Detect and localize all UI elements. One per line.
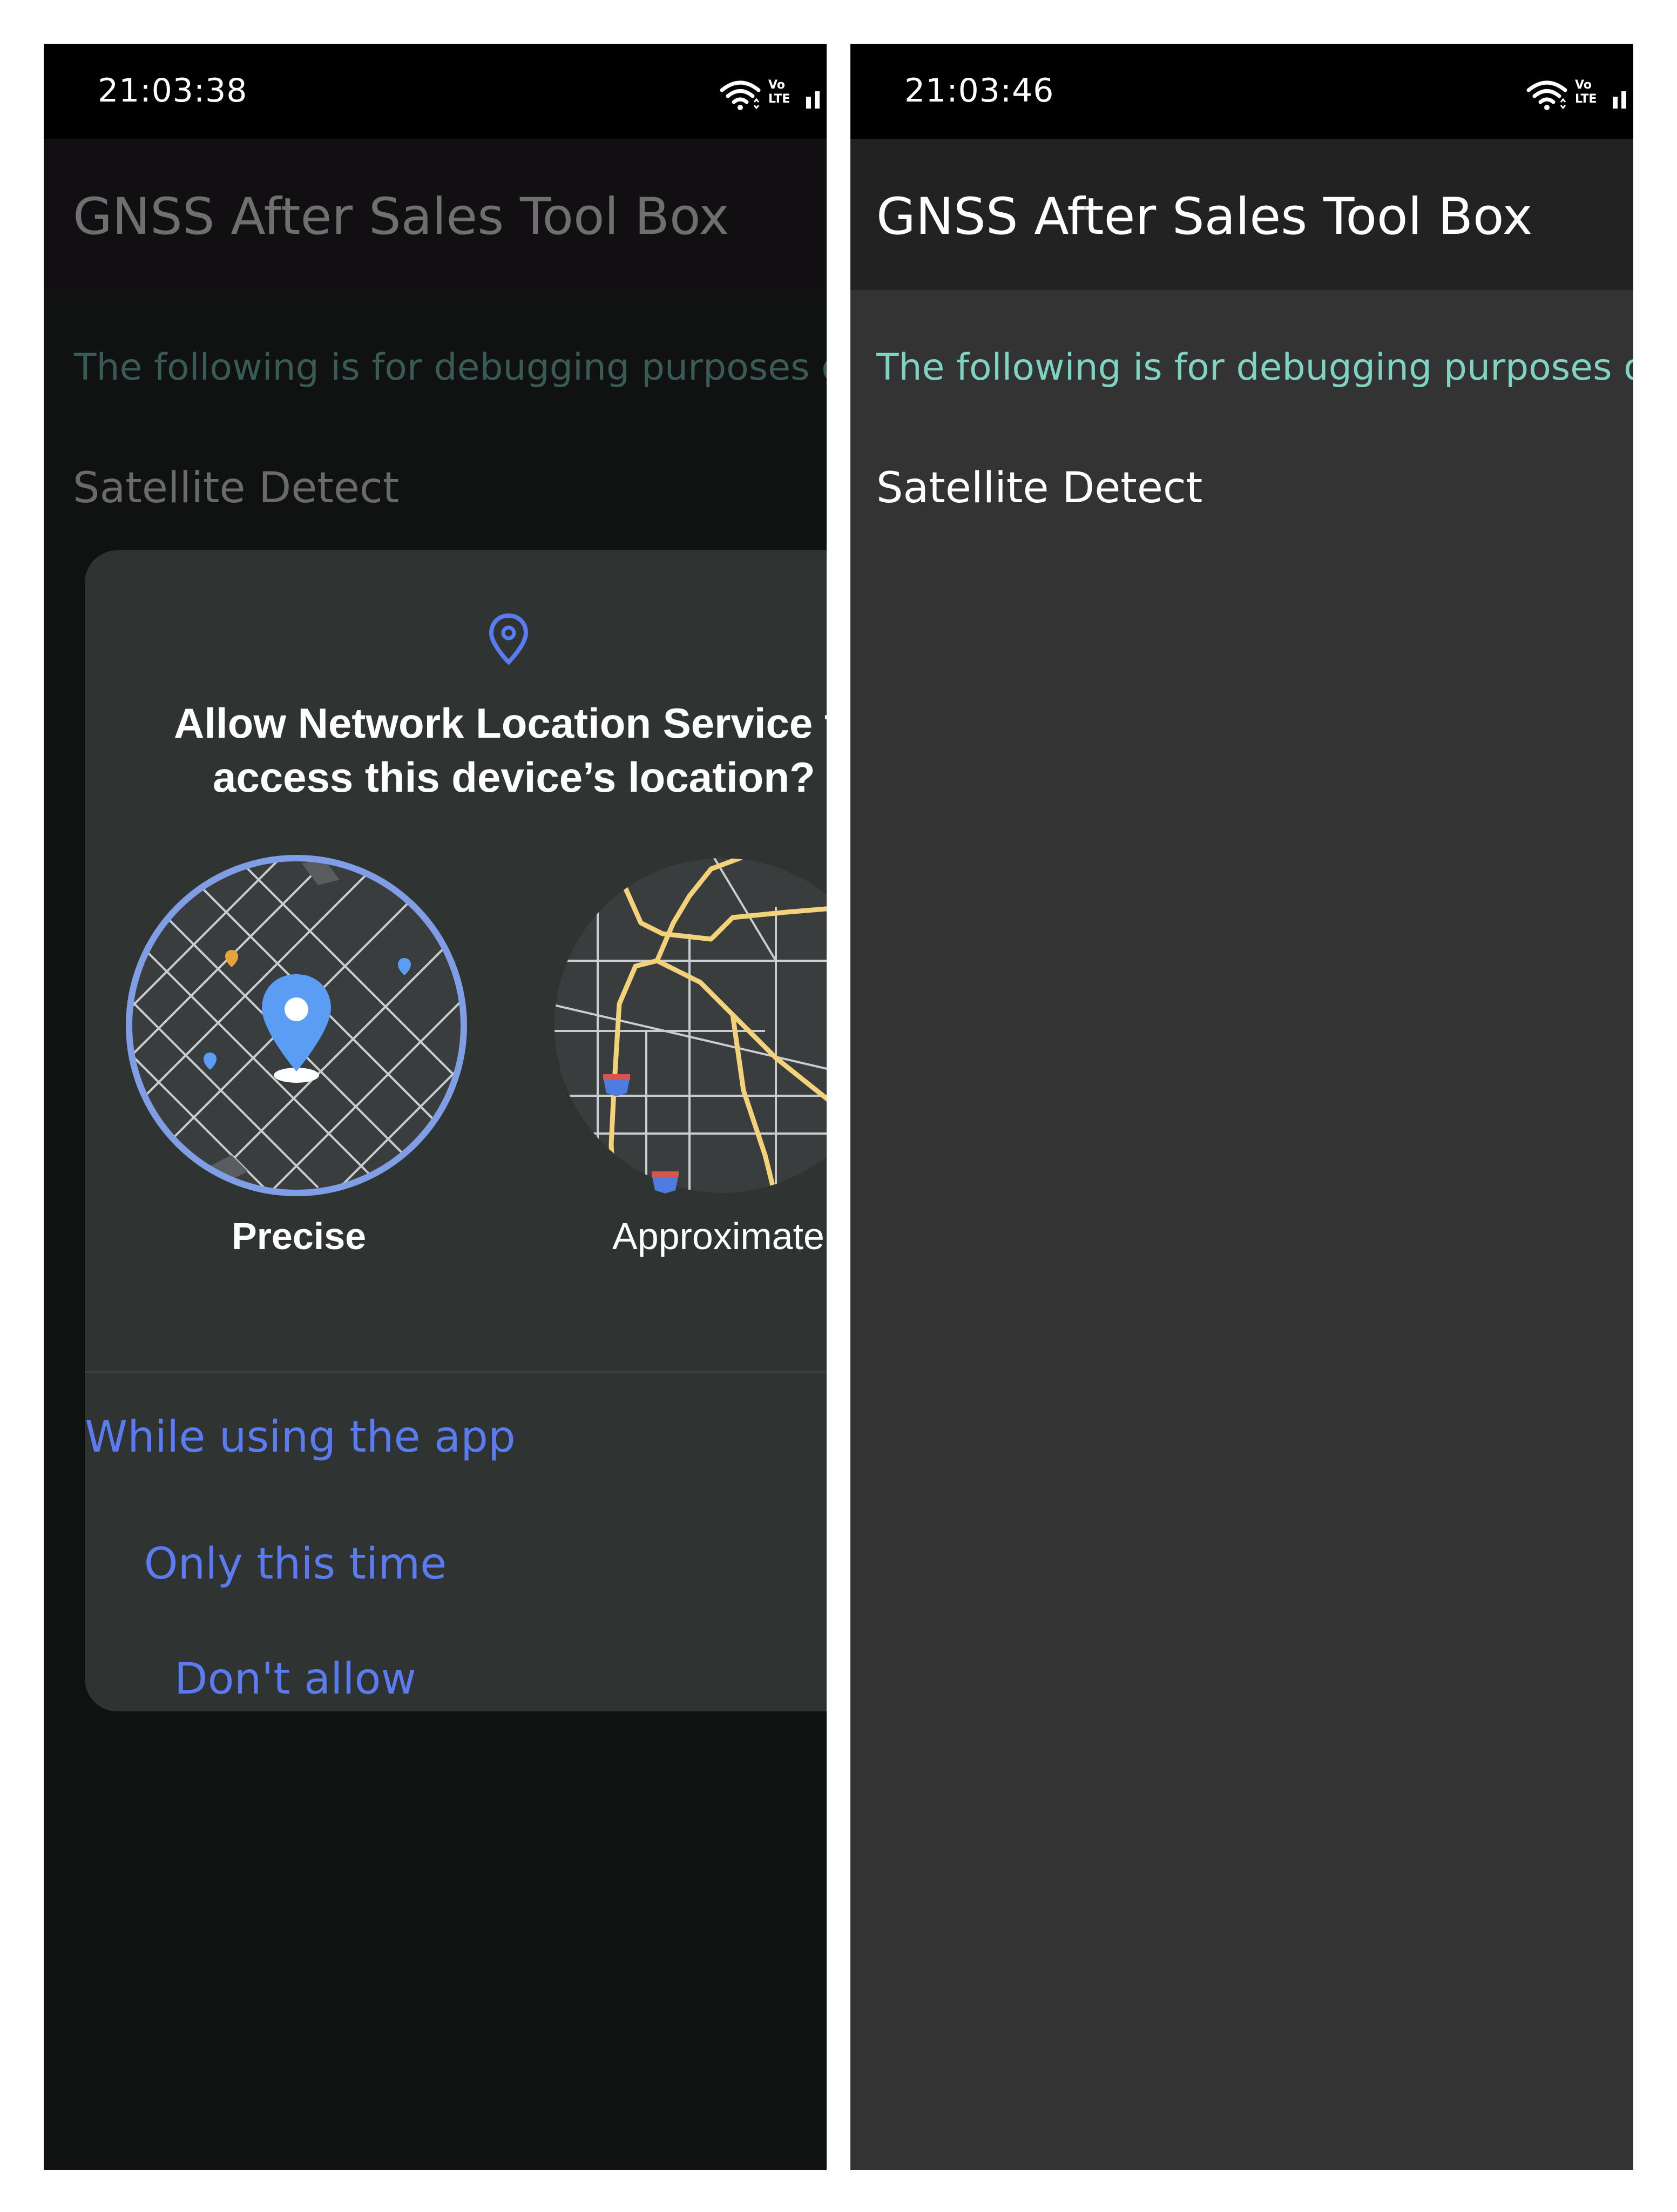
- satellite-detect-item[interactable]: Satellite Detect: [73, 464, 399, 512]
- dialog-title: Allow Network Location Service t access …: [85, 696, 827, 804]
- status-icons: Vo LTE: [1525, 78, 1633, 111]
- app-bar: GNSS After Sales Tool Box: [850, 139, 1633, 290]
- approximate-map-image[interactable]: [549, 853, 827, 1198]
- app-title: GNSS After Sales Tool Box: [876, 187, 1533, 246]
- wifi-icon: [720, 80, 761, 110]
- right-phone-screen: 21:03:46 Vo LTE GNSS After Sales Tool Box…: [850, 44, 1633, 2170]
- debug-note: The following is for debugging purposes …: [876, 346, 1633, 389]
- app-bar: GNSS After Sales Tool Box: [44, 139, 827, 290]
- dialog-title-line-1: Allow Network Location Service t: [174, 699, 827, 747]
- volte-icon: Vo LTE: [1575, 78, 1597, 106]
- precise-map-image[interactable]: [124, 853, 469, 1198]
- precise-option-label[interactable]: Precise: [232, 1215, 366, 1258]
- location-permission-dialog: Allow Network Location Service t access …: [85, 550, 827, 1711]
- while-using-app-button[interactable]: While using the app: [85, 1412, 516, 1462]
- status-bar: 21:03:46 Vo LTE: [850, 44, 1633, 139]
- status-time: 21:03:38: [98, 72, 248, 110]
- approximate-option-label[interactable]: Approximate: [612, 1215, 824, 1258]
- dialog-divider: [85, 1371, 827, 1373]
- status-icons: Vo LTE: [719, 78, 827, 111]
- location-pin-icon: [489, 613, 529, 665]
- satellite-detect-item[interactable]: Satellite Detect: [876, 464, 1202, 512]
- signal-icon: [806, 91, 820, 109]
- left-phone-screen: 21:03:38 Vo LTE GNSS After Sales Tool Box…: [44, 44, 827, 2170]
- debug-note: The following is for debugging purposes …: [74, 346, 827, 389]
- dont-allow-button[interactable]: Don't allow: [85, 1654, 506, 1704]
- status-time: 21:03:46: [904, 72, 1054, 110]
- volte-icon: Vo LTE: [768, 78, 790, 106]
- dialog-title-line-2: access this device’s location?: [213, 753, 815, 801]
- signal-icon: [1613, 91, 1626, 109]
- app-title: GNSS After Sales Tool Box: [73, 187, 729, 246]
- status-bar: 21:03:38 Vo LTE: [44, 44, 827, 139]
- only-this-time-button[interactable]: Only this time: [85, 1539, 506, 1589]
- wifi-icon: [1526, 80, 1567, 110]
